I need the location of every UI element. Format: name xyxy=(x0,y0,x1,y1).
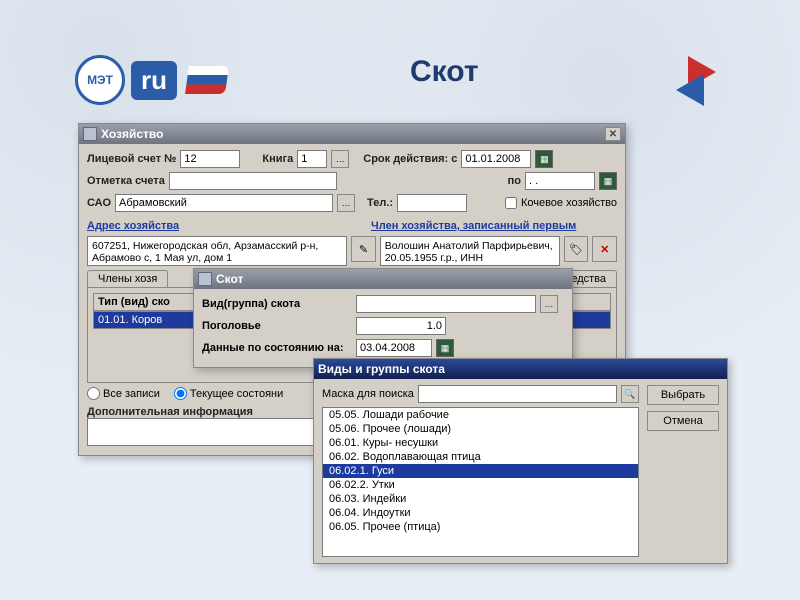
calendar-to-button[interactable]: ▦ xyxy=(599,172,617,190)
label-account-mark: Отметка счета xyxy=(87,175,165,187)
book-input[interactable] xyxy=(297,150,327,168)
logo-seal-icon: МЭТ xyxy=(75,55,125,105)
address-edit-button[interactable]: ✎ xyxy=(351,236,376,262)
select-button[interactable]: Выбрать xyxy=(647,385,719,405)
group-input[interactable] xyxy=(356,295,536,313)
list-item[interactable]: 06.02. Водоплавающая птица xyxy=(323,450,638,464)
label-search-mask: Маска для поиска xyxy=(322,388,414,400)
titlebar-hozyaistvo[interactable]: Хозяйство ✕ xyxy=(79,124,625,144)
titlebar-species[interactable]: Виды и группы скота xyxy=(314,359,727,379)
valid-from-input[interactable] xyxy=(461,150,531,168)
search-mask-input[interactable] xyxy=(418,385,617,403)
window-title: Хозяйство xyxy=(101,127,163,141)
label-tel: Тел.: xyxy=(367,197,393,209)
cancel-button[interactable]: Отмена xyxy=(647,411,719,431)
list-item[interactable]: 06.04. Индоутки xyxy=(323,506,638,520)
label-group: Вид(группа) скота xyxy=(202,298,352,310)
header: МЭТ ru Скот xyxy=(0,20,800,110)
radio-all-records[interactable]: Все записи xyxy=(87,387,160,400)
address-box[interactable]: 607251, Нижегородская обл, Арзамасский р… xyxy=(87,236,347,266)
list-item[interactable]: 06.01. Куры- несушки xyxy=(323,436,638,450)
list-item[interactable]: 06.03. Индейки xyxy=(323,492,638,506)
account-mark-input[interactable] xyxy=(169,172,337,190)
label-personal-account: Лицевой счет № xyxy=(87,153,176,165)
sao-browse-button[interactable]: … xyxy=(337,194,355,212)
label-as-of: Данные по состоянию на: xyxy=(202,342,352,354)
list-item[interactable]: 06.05. Прочее (птица) xyxy=(323,520,638,534)
label-address-section: Адрес хозяйства xyxy=(87,220,367,232)
window-skot: Скот Вид(группа) скота … Поголовье Данны… xyxy=(193,268,573,368)
search-button[interactable]: 🔍 xyxy=(621,385,639,403)
label-member-section: Член хозяйства, записанный первым xyxy=(371,220,576,232)
calendar-from-button[interactable]: ▦ xyxy=(535,150,553,168)
member-delete-button[interactable]: ✕ xyxy=(592,236,617,262)
headcount-input[interactable] xyxy=(356,317,446,335)
book-browse-button[interactable]: … xyxy=(331,150,349,168)
label-headcount: Поголовье xyxy=(202,320,352,332)
valid-to-input[interactable] xyxy=(525,172,595,190)
logo: МЭТ ru xyxy=(75,55,227,105)
sao-input[interactable] xyxy=(115,194,333,212)
window-title: Скот xyxy=(216,272,243,286)
app-icon xyxy=(198,272,212,286)
species-listbox[interactable]: 05.05. Лошади рабочие05.06. Прочее (лоша… xyxy=(322,407,639,557)
nav-arrows-icon xyxy=(670,50,740,110)
close-button[interactable]: ✕ xyxy=(605,127,621,141)
label-valid-to: по xyxy=(508,175,521,187)
nomadic-checkbox[interactable] xyxy=(505,197,517,209)
personal-account-input[interactable] xyxy=(180,150,240,168)
radio-current-state[interactable]: Текущее состояни xyxy=(174,387,283,400)
window-body: Вид(группа) скота … Поголовье Данные по … xyxy=(194,289,572,367)
member-box[interactable]: Волошин Анатолий Парфирьевич, 20.05.1955… xyxy=(380,236,560,266)
label-book: Книга xyxy=(262,153,293,165)
logo-ru-text: ru xyxy=(131,61,177,100)
window-title: Виды и группы скота xyxy=(318,362,445,376)
list-item[interactable]: 05.05. Лошади рабочие xyxy=(323,408,638,422)
group-browse-button[interactable]: … xyxy=(540,295,558,313)
app-icon xyxy=(83,127,97,141)
list-item[interactable]: 05.06. Прочее (лошади) xyxy=(323,422,638,436)
tab-members[interactable]: Члены хозя xyxy=(87,270,168,287)
titlebar-skot[interactable]: Скот xyxy=(194,269,572,289)
label-valid-from: Срок действия: с xyxy=(363,153,457,165)
window-species: Виды и группы скота Маска для поиска 🔍 0… xyxy=(313,358,728,564)
label-sao: САО xyxy=(87,197,111,209)
window-body: Маска для поиска 🔍 05.05. Лошади рабочие… xyxy=(314,379,727,563)
page-title: Скот xyxy=(410,55,479,89)
calendar-asof-button[interactable]: ▦ xyxy=(436,339,454,357)
as-of-input[interactable] xyxy=(356,339,432,357)
list-item[interactable]: 06.02.2. Утки xyxy=(323,478,638,492)
list-item[interactable]: 06.02.1. Гуси xyxy=(323,464,638,478)
label-nomadic: Кочевое хозяйство xyxy=(521,197,617,209)
tel-input[interactable] xyxy=(397,194,467,212)
flag-icon xyxy=(185,66,229,94)
member-tag-button[interactable]: 🏷 xyxy=(564,236,589,262)
